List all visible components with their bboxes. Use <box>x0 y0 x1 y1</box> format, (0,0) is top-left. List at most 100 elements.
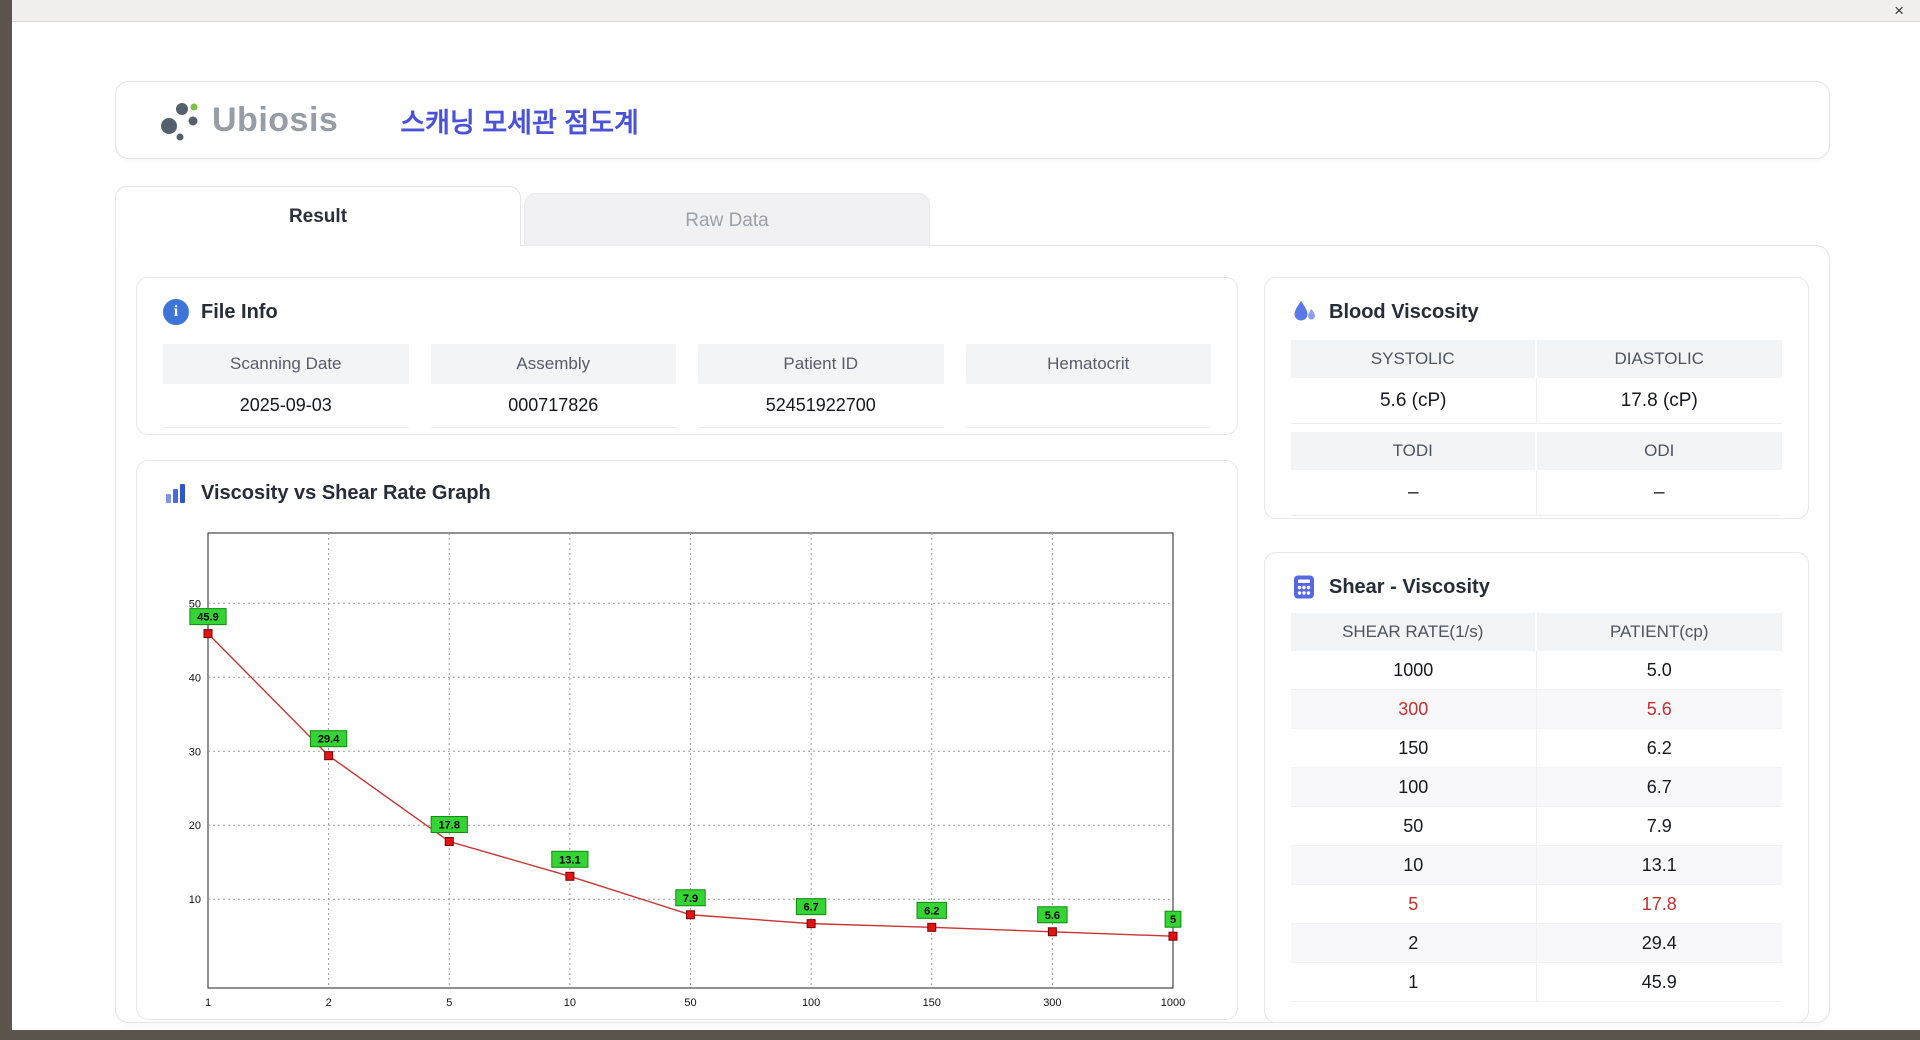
shear-rate-column-header: SHEAR RATE(1/s) <box>1291 613 1537 651</box>
shear-table-header-row: SHEAR RATE(1/s) PATIENT(cp) <box>1291 613 1782 651</box>
shear-table-row: 150 6.2 <box>1291 729 1782 768</box>
tab-result[interactable]: Result <box>115 186 521 246</box>
calculator-icon <box>1294 575 1314 599</box>
svg-text:10: 10 <box>564 997 576 1009</box>
blood-viscosity-value-row: 5.6 (cP) 17.8 (cP) <box>1291 378 1782 424</box>
svg-text:6.2: 6.2 <box>924 905 939 917</box>
header-card: Ubiosis 스캐닝 모세관 점도계 <box>115 81 1830 159</box>
app-window: × Ubiosis 스캐닝 모세관 점도계 Result Raw Data i F… <box>12 0 1920 1030</box>
shear-rate-cell: 150 <box>1291 729 1537 767</box>
file-info-field-value: 52451922700 <box>698 384 944 428</box>
info-icon: i <box>163 299 189 325</box>
blood-viscosity-header-row: SYSTOLIC DIASTOLIC <box>1291 340 1782 378</box>
file-info-field-label: Scanning Date <box>163 344 409 384</box>
blood-viscosity-header-row: TODI ODI <box>1291 432 1782 470</box>
shear-rate-cell: 2 <box>1291 924 1537 962</box>
file-info-field-value: 2025-09-03 <box>163 384 409 428</box>
svg-text:100: 100 <box>802 997 820 1009</box>
file-info-field-label: Assembly <box>430 344 676 384</box>
shear-rate-cell: 50 <box>1291 807 1537 845</box>
file-info-field-label: Patient ID <box>698 344 944 384</box>
patient-viscosity-cell: 5.6 <box>1646 698 1672 719</box>
main-card: i File Info Scanning Date 2025-09-03 Assem… <box>115 245 1830 1023</box>
svg-text:17.8: 17.8 <box>439 820 460 832</box>
svg-text:10: 10 <box>189 894 201 906</box>
patient-viscosity-cell: 5.0 <box>1646 659 1672 680</box>
graph-title: Viscosity vs Shear Rate Graph <box>201 481 491 504</box>
svg-text:45.9: 45.9 <box>197 612 218 624</box>
file-info-title: File Info <box>201 300 278 323</box>
shear-table-body: 1000 5.0 300 5.6 150 6.2 100 6.7 50 7.9 10 13.1 5 17.… <box>1291 651 1782 1002</box>
shear-table-row: 50 7.9 <box>1291 807 1782 846</box>
svg-text:5: 5 <box>446 997 452 1009</box>
blood-viscosity-title: Blood Viscosity <box>1329 300 1479 323</box>
viscosity-chart: 10203040501 2 5 10 50 100 150 300 100045.929.417… <box>189 532 1185 1009</box>
svg-text:2: 2 <box>326 997 332 1009</box>
shear-table-row: 10 13.1 <box>1291 846 1782 885</box>
shear-table-row: 1000 5.0 <box>1291 651 1782 690</box>
shear-rate-cell: 1 <box>1291 963 1537 1001</box>
app-title: 스캐닝 모세관 점도계 <box>400 107 639 138</box>
ubiosis-logo: Ubiosis <box>158 97 338 143</box>
blood-viscosity-value-cell: 5.6 (cP) <box>1291 378 1537 424</box>
blood-viscosity-header-cell: TODI <box>1291 432 1537 470</box>
shear-rate-cell: 300 <box>1291 690 1537 728</box>
svg-text:5.6: 5.6 <box>1045 910 1060 922</box>
file-info-field: Hematocrit <box>965 344 1211 428</box>
blood-viscosity-header-cell: DIASTOLIC <box>1536 340 1782 378</box>
tab-raw-data[interactable]: Raw Data <box>524 193 930 246</box>
file-info-field-label: Hematocrit <box>965 344 1211 384</box>
blood-viscosity-value-cell: – <box>1291 470 1537 516</box>
patient-column-header: PATIENT(cp) <box>1536 613 1782 651</box>
shear-rate-cell: 10 <box>1291 846 1537 884</box>
patient-viscosity-cell: 13.1 <box>1641 854 1677 875</box>
shear-table-row: 2 29.4 <box>1291 924 1782 963</box>
file-info-grid: Scanning Date 2025-09-03 Assembly 000717826… <box>163 344 1211 428</box>
file-info-field-value <box>965 384 1211 428</box>
blood-viscosity-header: Blood Viscosity <box>1291 298 1782 326</box>
patient-viscosity-cell: 45.9 <box>1641 971 1677 992</box>
shear-viscosity-header: Shear - Viscosity <box>1291 573 1782 601</box>
shear-rate-cell: 5 <box>1291 885 1537 923</box>
svg-text:1: 1 <box>205 997 211 1009</box>
patient-viscosity-cell: 17.8 <box>1641 893 1677 914</box>
graph-header: Viscosity vs Shear Rate Graph <box>163 479 1211 507</box>
file-info-field-value: 000717826 <box>430 384 676 428</box>
logo-text: Ubiosis <box>212 100 339 139</box>
svg-text:300: 300 <box>1043 997 1061 1009</box>
tabs: Result Raw Data <box>115 186 930 246</box>
svg-text:7.9: 7.9 <box>683 893 698 905</box>
blood-viscosity-header-cell: SYSTOLIC <box>1291 340 1537 378</box>
file-info-field: Scanning Date 2025-09-03 <box>163 344 409 428</box>
droplet-icon <box>1294 301 1315 321</box>
file-info-header: i File Info <box>163 298 1211 326</box>
svg-text:29.4: 29.4 <box>318 734 340 746</box>
svg-text:20: 20 <box>189 820 201 832</box>
graph-panel: Viscosity vs Shear Rate Graph 10 20 30 40 50… <box>136 460 1238 1020</box>
shear-rate-cell: 100 <box>1291 768 1537 806</box>
svg-text:13.1: 13.1 <box>559 854 580 866</box>
file-info-field: Patient ID 52451922700 <box>698 344 944 428</box>
blood-viscosity-value-cell: 17.8 (cP) <box>1536 378 1782 424</box>
close-icon[interactable]: × <box>1894 1 1904 21</box>
svg-text:5: 5 <box>1170 914 1176 926</box>
svg-text:1000: 1000 <box>1161 997 1185 1009</box>
patient-viscosity-cell: 29.4 <box>1641 932 1677 953</box>
svg-text:150: 150 <box>923 997 941 1009</box>
file-info-field: Assembly 000717826 <box>430 344 676 428</box>
shear-table-row: 100 6.7 <box>1291 768 1782 807</box>
svg-text:6.7: 6.7 <box>803 902 818 914</box>
logo-dots-icon <box>161 103 198 141</box>
shear-rate-cell: 1000 <box>1291 651 1537 689</box>
titlebar: × <box>12 0 1920 22</box>
blood-viscosity-header-cell: ODI <box>1536 432 1782 470</box>
file-info-panel: i File Info Scanning Date 2025-09-03 Assem… <box>136 277 1238 435</box>
patient-viscosity-cell: 6.2 <box>1646 737 1672 758</box>
bar-chart-icon <box>166 484 185 503</box>
blood-viscosity-value-cell: – <box>1536 470 1782 516</box>
patient-viscosity-cell: 6.7 <box>1646 776 1672 797</box>
svg-text:30: 30 <box>189 746 201 758</box>
shear-table-row: 1 45.9 <box>1291 963 1782 1002</box>
shear-viscosity-title: Shear - Viscosity <box>1329 575 1490 598</box>
shear-viscosity-panel: Shear - Viscosity SHEAR RATE(1/s) PATIEN… <box>1264 552 1809 1023</box>
